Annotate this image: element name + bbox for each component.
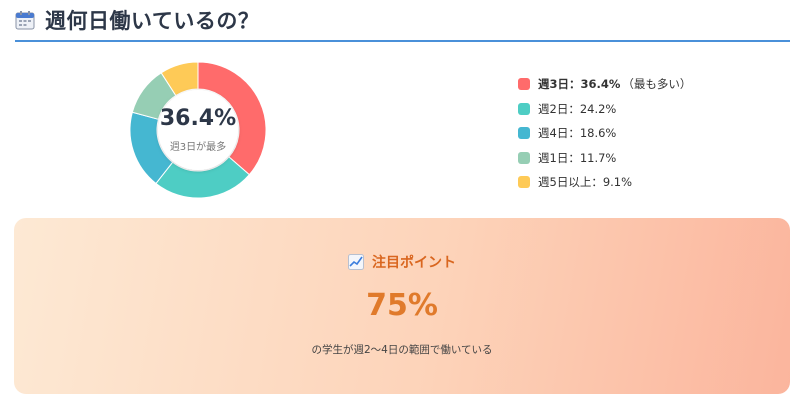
legend: 週3日：36.4% （最も多い） 週2日：24.2% 週4日：18.6% 週1日… bbox=[518, 72, 788, 195]
highlight-value: 75% bbox=[366, 288, 438, 323]
chart-increasing-icon bbox=[348, 254, 364, 270]
page: 週何日働いているの？ 36.4% 週3日が最多 週3日：36.4% （最も多い）… bbox=[0, 0, 800, 400]
legend-swatch bbox=[518, 78, 530, 91]
calendar-icon bbox=[15, 10, 35, 30]
center-value: 36.4% bbox=[159, 106, 237, 132]
legend-swatch bbox=[518, 176, 530, 189]
legend-label: 週4日：18.6% bbox=[538, 126, 617, 141]
legend-swatch bbox=[518, 151, 530, 164]
legend-item: 週4日：18.6% bbox=[518, 121, 788, 146]
highlight-title: 注目ポイント bbox=[372, 255, 456, 271]
highlight-panel: 注目ポイント 75% の学生が週2〜4日の範囲で働いている bbox=[14, 218, 790, 394]
legend-swatch bbox=[518, 127, 530, 140]
highlight-header: 注目ポイント bbox=[348, 252, 456, 272]
legend-label: 週3日：36.4% bbox=[538, 77, 621, 92]
page-title: 週何日働いているの？ bbox=[45, 9, 260, 33]
center-label: 週3日が最多 bbox=[169, 141, 227, 153]
donut-chart: 36.4% 週3日が最多 bbox=[128, 60, 268, 200]
legend-swatch bbox=[518, 102, 530, 115]
legend-note: （最も多い） bbox=[622, 77, 692, 92]
donut-center: 36.4% 週3日が最多 bbox=[128, 60, 268, 200]
legend-item: 週2日：24.2% bbox=[518, 97, 788, 122]
legend-item: 週5日以上：9.1% bbox=[518, 170, 788, 195]
header: 週何日働いているの？ bbox=[15, 0, 790, 42]
highlight-description: の学生が週2〜4日の範囲で働いている bbox=[311, 344, 493, 356]
legend-item: 週1日：11.7% bbox=[518, 146, 788, 171]
legend-label: 週1日：11.7% bbox=[538, 150, 617, 165]
legend-label: 週5日以上：9.1% bbox=[538, 175, 633, 190]
legend-item: 週3日：36.4% （最も多い） bbox=[518, 72, 788, 97]
legend-label: 週2日：24.2% bbox=[538, 101, 617, 116]
